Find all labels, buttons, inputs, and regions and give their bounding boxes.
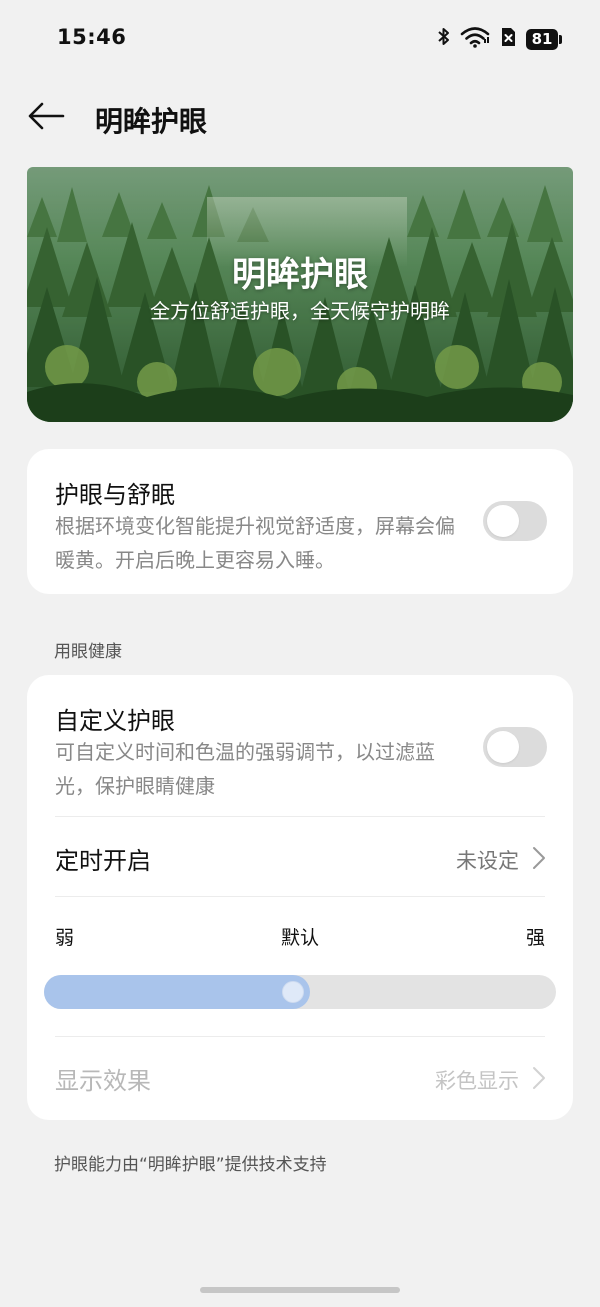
intensity-min-label: 弱 bbox=[55, 927, 75, 949]
eye-sleep-toggle[interactable] bbox=[483, 501, 547, 541]
status-bar: 15:46 81 bbox=[0, 0, 600, 78]
custom-eye-care-toggle[interactable] bbox=[483, 727, 547, 767]
section-label-eye-health: 用眼健康 bbox=[54, 642, 122, 662]
toggle-knob bbox=[487, 731, 519, 763]
battery-level: 81 bbox=[526, 28, 558, 50]
app-bar: 明眸护眼 bbox=[0, 88, 600, 148]
battery-icon: 81 bbox=[526, 28, 562, 50]
chevron-right-icon bbox=[533, 847, 545, 869]
divider bbox=[55, 896, 545, 897]
wifi-icon bbox=[460, 26, 490, 52]
schedule-row[interactable]: 定时开启 未设定 bbox=[27, 817, 573, 897]
eye-sleep-title: 护眼与舒眠 bbox=[55, 481, 175, 509]
banner-subtitle: 全方位舒适护眼，全天候守护明眸 bbox=[150, 299, 450, 323]
chevron-right-icon bbox=[533, 1067, 545, 1089]
intensity-max-label: 强 bbox=[525, 927, 545, 949]
intensity-slider-fill bbox=[44, 975, 310, 1009]
bluetooth-icon bbox=[437, 26, 451, 52]
intensity-slider[interactable] bbox=[44, 975, 556, 1009]
status-icons: 81 bbox=[437, 27, 562, 51]
schedule-label: 定时开启 bbox=[55, 847, 151, 875]
no-sim-icon bbox=[499, 26, 517, 52]
display-effect-label: 显示效果 bbox=[55, 1067, 151, 1095]
custom-eye-care-card: 自定义护眼 可自定义时间和色温的强弱调节，以过滤蓝光，保护眼睛健康 定时开启 未… bbox=[27, 675, 573, 1120]
intensity-mid-label: 默认 bbox=[281, 927, 320, 949]
footer-note: 护眼能力由“明眸护眼”提供技术支持 bbox=[54, 1155, 327, 1175]
page-title: 明眸护眼 bbox=[95, 105, 208, 138]
status-time: 15:46 bbox=[57, 25, 127, 49]
display-effect-value: 彩色显示 bbox=[435, 1069, 519, 1093]
home-indicator[interactable] bbox=[200, 1287, 400, 1293]
arrow-left-icon bbox=[26, 101, 66, 135]
battery-cap bbox=[559, 34, 562, 44]
banner-title: 明眸护眼 bbox=[232, 255, 368, 295]
schedule-value: 未设定 bbox=[456, 849, 519, 873]
custom-eye-care-description: 可自定义时间和色温的强弱调节，以过滤蓝光，保护眼睛健康 bbox=[55, 740, 435, 798]
display-effect-row[interactable]: 显示效果 彩色显示 bbox=[27, 1037, 573, 1117]
eye-sleep-description: 根据环境变化智能提升视觉舒适度，屏幕会偏暖黄。开启后晚上更容易入睡。 bbox=[55, 514, 455, 572]
back-button[interactable] bbox=[24, 98, 68, 138]
custom-eye-care-title: 自定义护眼 bbox=[55, 707, 175, 735]
hero-banner: 明眸护眼 全方位舒适护眼，全天候守护明眸 bbox=[27, 167, 573, 422]
intensity-slider-thumb[interactable] bbox=[282, 981, 304, 1003]
toggle-knob bbox=[487, 505, 519, 537]
eye-sleep-card: 护眼与舒眠 根据环境变化智能提升视觉舒适度，屏幕会偏暖黄。开启后晚上更容易入睡。 bbox=[27, 449, 573, 594]
